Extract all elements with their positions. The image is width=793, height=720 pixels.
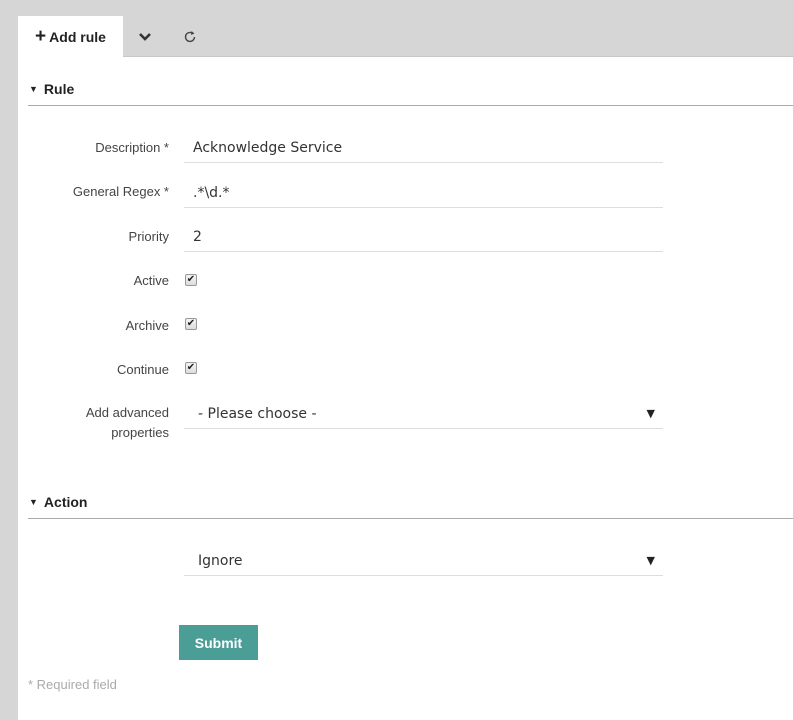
advanced-selected-value: - Please choose - xyxy=(198,406,317,422)
regex-input[interactable]: .*\d.* xyxy=(184,182,663,208)
advanced-label: Add advanced properties xyxy=(86,403,169,443)
action-select[interactable]: Ignore ▼ xyxy=(184,550,663,576)
tab-add-rule-label: Add rule xyxy=(49,28,106,45)
refresh-icon xyxy=(184,31,196,43)
active-checkbox[interactable]: ✔ xyxy=(185,274,197,286)
refresh-button[interactable] xyxy=(178,24,202,50)
section-action-header[interactable]: ▼ Action xyxy=(28,494,793,519)
caret-down-icon: ▼ xyxy=(29,84,38,94)
description-label: Description * xyxy=(95,140,169,155)
archive-checkbox[interactable]: ✔ xyxy=(185,318,197,330)
advanced-properties-select[interactable]: - Please choose - ▼ xyxy=(184,403,663,429)
priority-label: Priority xyxy=(128,229,169,244)
chevron-down-icon xyxy=(139,33,151,41)
description-input[interactable]: Acknowledge Service xyxy=(184,137,663,163)
submit-button[interactable]: Submit xyxy=(179,625,258,660)
action-selected-value: Ignore xyxy=(198,553,243,569)
priority-input[interactable]: 2 xyxy=(184,226,663,252)
section-rule-header[interactable]: ▼ Rule xyxy=(28,81,793,106)
form-panel: ▼ Rule Description * Acknowledge Service… xyxy=(18,57,793,720)
plus-icon: + xyxy=(35,26,47,47)
tab-add-rule[interactable]: + Add rule xyxy=(18,16,123,57)
continue-label: Continue xyxy=(116,362,169,377)
dropdown-arrow-icon: ▼ xyxy=(646,554,655,567)
required-field-note: * Required field xyxy=(28,677,117,692)
regex-label: General Regex * xyxy=(72,184,169,199)
advanced-label-line1: Add advanced xyxy=(85,405,169,420)
continue-checkbox[interactable]: ✔ xyxy=(185,362,197,374)
section-action-title: Action xyxy=(43,494,88,510)
dropdown-button[interactable] xyxy=(133,24,157,50)
section-rule-title: Rule xyxy=(43,81,75,97)
advanced-label-line2: properties xyxy=(111,425,169,440)
archive-label: Archive xyxy=(125,318,169,333)
active-label: Active xyxy=(133,273,169,288)
dropdown-arrow-icon: ▼ xyxy=(646,407,655,420)
caret-down-icon: ▼ xyxy=(29,497,38,507)
